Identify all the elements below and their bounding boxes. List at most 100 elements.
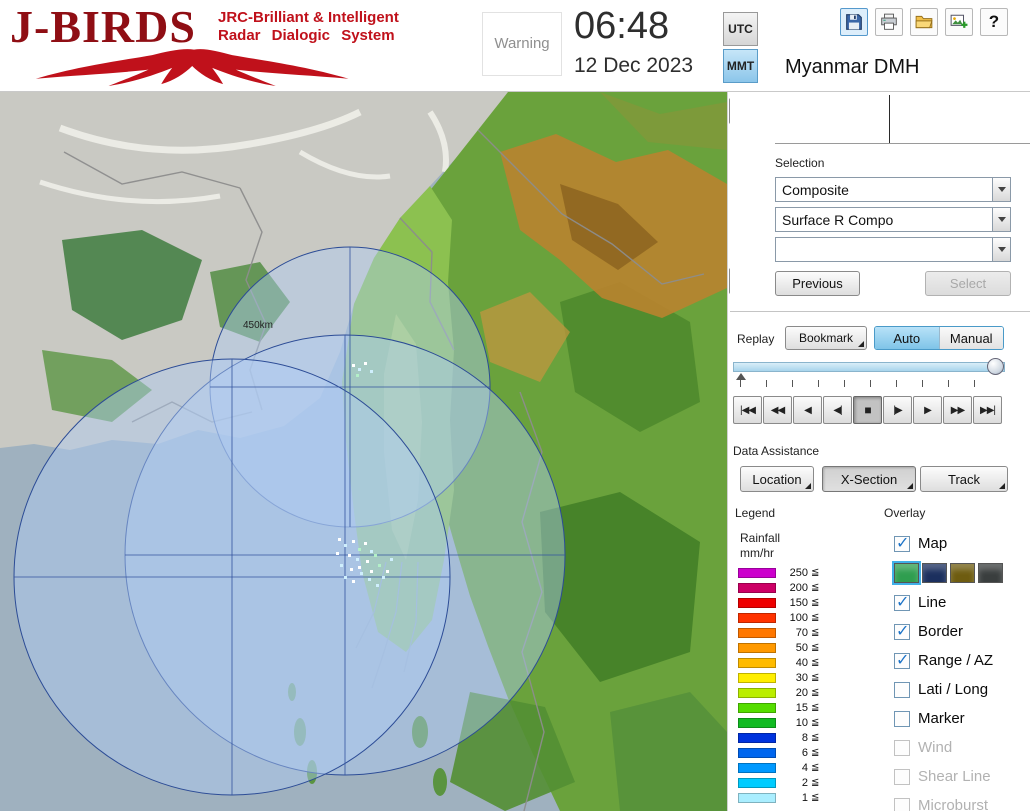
cursor-line [889, 95, 890, 143]
legend-operator: ≦ [811, 717, 820, 728]
legend-value: 70 [795, 626, 808, 639]
legend-row: 200 ≦ [738, 580, 858, 595]
j-birds-app: J-BIRDS JRC-Brilliant & Intelligent Rada… [0, 0, 1030, 811]
product-list-box[interactable] [775, 94, 1030, 144]
previous-button[interactable]: Previous [775, 271, 860, 296]
auto-toggle[interactable]: Auto [875, 327, 940, 349]
mmt-button[interactable]: MMT [723, 49, 758, 83]
print-button[interactable] [875, 8, 903, 36]
overlay-item[interactable]: ✓ Wind [890, 733, 1030, 762]
overlay-checkbox[interactable]: ✓ [894, 797, 910, 811]
select-button[interactable]: Select [925, 271, 1011, 296]
map-color-swatch[interactable] [950, 563, 975, 583]
legend-row: 70 ≦ [738, 625, 858, 640]
dropdown-button[interactable] [992, 178, 1010, 201]
legend-row: 250 ≦ [738, 565, 858, 580]
overlay-item[interactable]: ✓ Marker [890, 704, 1030, 733]
composite-dropdown[interactable]: Composite [775, 177, 1011, 202]
legend-label: Legend [735, 506, 776, 520]
overlay-item[interactable]: ✓ Border [890, 617, 1030, 646]
legend-row: 30 ≦ [738, 670, 858, 685]
step-forward-button[interactable]: |▶ [883, 396, 912, 424]
legend-color-swatch [738, 687, 776, 698]
logo-subtitle: JRC-Brilliant & Intelligent Radar Dialog… [218, 9, 399, 45]
overlay-checkbox[interactable]: ✓ [894, 710, 910, 727]
overlay-checkbox[interactable]: ✓ [894, 652, 910, 669]
legend-color-swatch [738, 762, 776, 773]
overlay-item[interactable]: ✓ Microburst [890, 791, 1030, 811]
open-file-button[interactable] [910, 8, 938, 36]
help-button[interactable]: ? [980, 8, 1008, 36]
add-image-icon [950, 14, 968, 28]
dropdown-button[interactable] [992, 238, 1010, 261]
slider-handle[interactable] [987, 358, 1004, 375]
map-color-swatch[interactable] [978, 563, 1003, 583]
map-color-swatch[interactable] [922, 563, 947, 583]
legend-color-swatch [738, 612, 776, 623]
legend-row: 20 ≦ [738, 685, 858, 700]
dropdown-button[interactable] [992, 208, 1010, 231]
stop-button[interactable]: ■ [853, 396, 882, 424]
location-button[interactable]: Location [740, 466, 814, 492]
overlay-checkbox[interactable]: ✓ [894, 623, 910, 640]
overlay-checkbox[interactable]: ✓ [894, 594, 910, 611]
legend-row: 40 ≦ [738, 655, 858, 670]
add-image-button[interactable] [945, 8, 973, 36]
overlay-checkbox[interactable]: ✓ [894, 739, 910, 756]
utc-button[interactable]: UTC [723, 12, 758, 46]
legend-operator: ≦ [811, 732, 820, 743]
legend-scale: 250 ≦ 200 ≦ 150 ≦ 100 ≦ 70 ≦ 50 ≦ 40 ≦ 3… [738, 565, 858, 805]
open-folder-icon [915, 15, 933, 29]
track-button[interactable]: Track [920, 466, 1008, 492]
fast-rewind-button[interactable]: ◀◀ [763, 396, 792, 424]
save-icon [846, 14, 862, 30]
legend-value: 50 [795, 641, 808, 654]
slider-track[interactable] [733, 362, 1005, 372]
fast-forward-button[interactable]: ▶▶ [943, 396, 972, 424]
play-backward-button[interactable]: ◀ [793, 396, 822, 424]
overlay-checkbox[interactable]: ✓ [894, 681, 910, 698]
menu-corner-icon [858, 341, 864, 347]
overlay-item-label: Marker [918, 710, 965, 727]
overlay-checkbox[interactable]: ✓ [894, 768, 910, 785]
legend-color-swatch [738, 657, 776, 668]
legend-value: 2 [801, 776, 808, 789]
bookmark-button[interactable]: Bookmark [785, 326, 867, 350]
legend-color-swatch [738, 702, 776, 713]
skip-to-end-button[interactable]: ▶▶| [973, 396, 1002, 424]
save-button[interactable] [840, 8, 868, 36]
legend-value: 6 [801, 746, 808, 759]
overlay-item[interactable]: ✓ Line [890, 588, 1030, 617]
product-dropdown[interactable]: Surface R Compo [775, 207, 1011, 232]
overlay-item[interactable]: ✓ Shear Line [890, 762, 1030, 791]
chevron-down-icon [997, 217, 1006, 222]
overlay-item[interactable]: ✓ Lati / Long [890, 675, 1030, 704]
map-checkbox[interactable]: ✓ [894, 534, 910, 552]
step-backward-button[interactable]: ◀| [823, 396, 852, 424]
overlay-item[interactable]: ✓ Range / AZ [890, 646, 1030, 675]
overlay-items: ✓ Line ✓ Border ✓ Range / AZ ✓ [890, 588, 1030, 811]
radar-map[interactable]: 450km [0, 92, 727, 811]
play-forward-button[interactable]: ▶ [913, 396, 942, 424]
overlay-item-map[interactable]: ✓ Map [890, 529, 1030, 558]
legend-operator: ≦ [811, 567, 820, 578]
overlay-item-label: Wind [918, 739, 953, 756]
replay-label: Replay [737, 332, 775, 346]
time-slider[interactable] [733, 358, 1005, 380]
legend-row: 100 ≦ [738, 610, 858, 625]
manual-toggle[interactable]: Manual [939, 327, 1003, 349]
legend-row: 2 ≦ [738, 775, 858, 790]
legend-operator: ≦ [811, 762, 820, 773]
clock-time: 06:48 [574, 5, 670, 47]
overlay-item-label: Microburst [918, 797, 989, 811]
skip-to-start-button[interactable]: |◀◀ [733, 396, 762, 424]
map-color-swatch[interactable] [892, 561, 921, 585]
x-section-button[interactable]: X-Section [822, 466, 916, 492]
legend-value: 150 [789, 596, 808, 609]
legend-value: 15 [795, 701, 808, 714]
option-dropdown[interactable] [775, 237, 1011, 262]
check-icon: ✓ [896, 534, 910, 552]
overlay-item-label: Line [918, 594, 947, 611]
legend-value: 20 [795, 686, 808, 699]
legend-value: 30 [795, 671, 808, 684]
